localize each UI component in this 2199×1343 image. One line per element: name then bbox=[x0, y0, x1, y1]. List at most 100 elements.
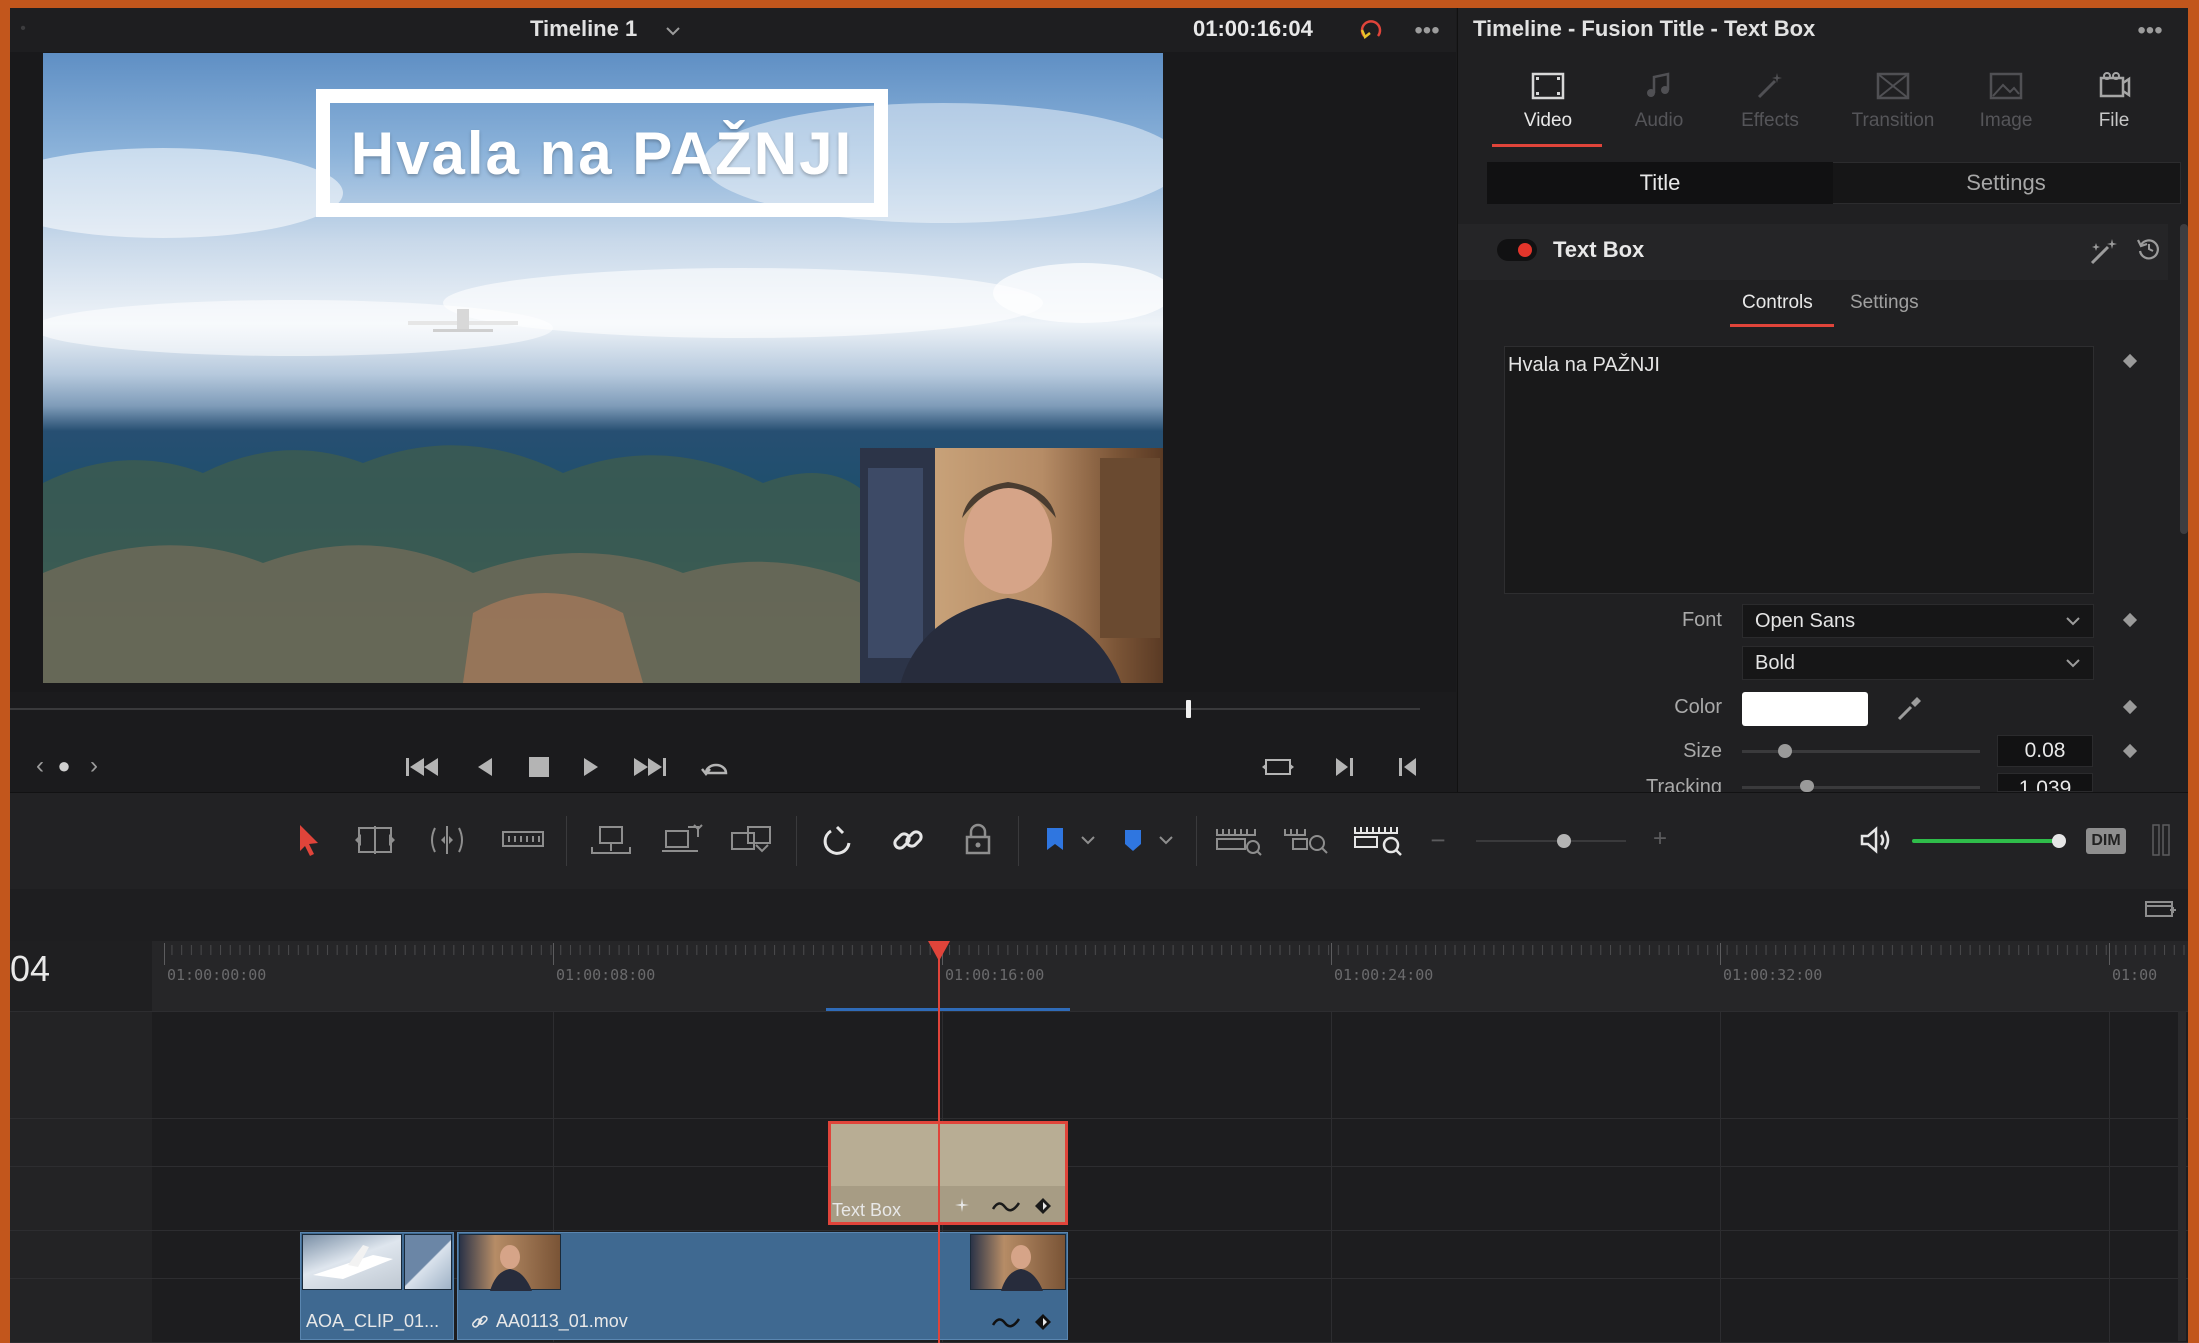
timeline-scrollbar[interactable] bbox=[2178, 1011, 2186, 1341]
dim-button[interactable]: DIM bbox=[2086, 828, 2126, 854]
timeline-view-options-icon[interactable] bbox=[2142, 894, 2178, 924]
tab-transition-label: Transition bbox=[1851, 110, 1935, 131]
ruler-major-tick bbox=[2109, 943, 2110, 965]
toolbar-separator bbox=[1018, 816, 1019, 866]
chevron-down-icon[interactable] bbox=[664, 22, 682, 40]
trim-edit-icon[interactable] bbox=[350, 820, 400, 860]
viewer-more-icon[interactable]: ••• bbox=[1410, 16, 1444, 46]
scrubber-track[interactable] bbox=[10, 708, 1420, 710]
volume-icon[interactable] bbox=[1856, 822, 1896, 858]
color-label: Color bbox=[1674, 696, 1722, 718]
eyedropper-icon[interactable] bbox=[1892, 692, 1926, 726]
ruler-major-tick bbox=[1720, 943, 1721, 965]
ruler-major-tick bbox=[1331, 943, 1332, 965]
tab-effects-label: Effects bbox=[1741, 110, 1799, 131]
next-edit-icon[interactable] bbox=[1330, 752, 1360, 782]
tracking-label: Tracking bbox=[1646, 776, 1722, 792]
video-preview: Hvala na PAŽNJI bbox=[43, 53, 1163, 683]
volume-slider-knob[interactable] bbox=[2052, 834, 2066, 848]
play-icon[interactable] bbox=[580, 752, 604, 782]
chevron-down-icon[interactable] bbox=[1078, 828, 1098, 852]
go-to-start-icon[interactable] bbox=[402, 752, 442, 782]
subtab-settings[interactable]: Settings bbox=[1850, 292, 1919, 314]
volume-slider-fill[interactable] bbox=[1912, 839, 2062, 843]
go-to-end-icon[interactable] bbox=[630, 752, 670, 782]
inspector-scrollbar[interactable] bbox=[2180, 224, 2188, 534]
insert-clip-icon[interactable] bbox=[586, 820, 636, 860]
grid-line bbox=[1331, 1011, 1332, 1343]
sync-icon[interactable] bbox=[1354, 14, 1388, 48]
size-value[interactable]: 0.08 bbox=[1997, 735, 2093, 767]
tab-transition[interactable]: Transition bbox=[1838, 44, 1948, 144]
curve-icon[interactable] bbox=[990, 1194, 1024, 1218]
keyframe-icon[interactable] bbox=[1030, 1310, 1056, 1334]
ruler-ticks bbox=[164, 941, 2188, 967]
size-label: Size bbox=[1683, 740, 1722, 762]
replace-clip-icon[interactable] bbox=[724, 820, 778, 860]
tracking-slider-track[interactable] bbox=[1742, 786, 1980, 789]
chevron-down-icon[interactable] bbox=[1156, 828, 1176, 852]
section-title: Text Box bbox=[1553, 237, 1645, 262]
curve-icon[interactable] bbox=[990, 1310, 1024, 1334]
scrubber-handle[interactable] bbox=[1186, 700, 1191, 718]
active-subtab-indicator bbox=[1730, 324, 1834, 327]
zoom-detail-icon[interactable] bbox=[1282, 820, 1332, 860]
font-family-dropdown[interactable]: Open Sans bbox=[1742, 604, 2094, 638]
title-overlay-text: Hvala na PAŽNJI bbox=[350, 119, 854, 187]
zoom-out-icon[interactable]: − bbox=[1426, 825, 1450, 855]
zoom-slider-track[interactable] bbox=[1476, 840, 1626, 842]
playhead-handle[interactable] bbox=[928, 941, 950, 961]
size-slider-knob[interactable] bbox=[1778, 744, 1792, 758]
tracking-value[interactable]: 1.039 bbox=[1997, 773, 2093, 792]
next-arrow-icon[interactable]: › bbox=[84, 752, 104, 779]
zoom-custom-icon[interactable] bbox=[1352, 820, 1406, 860]
tab-image[interactable]: Image bbox=[1956, 44, 2056, 144]
transition-icon bbox=[1873, 66, 1913, 106]
inspector-more-icon[interactable]: ••• bbox=[2130, 16, 2170, 46]
viewer-menu-dot-icon: • bbox=[20, 20, 26, 37]
prev-arrow-icon[interactable]: ‹ bbox=[30, 752, 50, 779]
play-reverse-icon[interactable] bbox=[472, 752, 496, 782]
font-style-dropdown[interactable]: Bold bbox=[1742, 646, 2094, 680]
blade-icon[interactable] bbox=[500, 820, 546, 860]
tab-file[interactable]: File bbox=[2064, 44, 2164, 144]
tab-effects[interactable]: Effects bbox=[1720, 44, 1820, 144]
reset-icon[interactable] bbox=[2134, 234, 2164, 264]
linked-selection-icon[interactable] bbox=[888, 820, 928, 860]
loop-icon[interactable] bbox=[696, 750, 736, 784]
prev-edit-icon[interactable] bbox=[1392, 752, 1422, 782]
dot-icon[interactable]: ● bbox=[56, 753, 72, 778]
color-swatch[interactable] bbox=[1742, 692, 1868, 726]
clip-2-label: AA0113_01.mov bbox=[496, 1311, 628, 1331]
zoom-slider-knob[interactable] bbox=[1557, 834, 1571, 848]
dynamic-trim-icon[interactable] bbox=[422, 820, 472, 860]
styled-text-field[interactable] bbox=[1504, 346, 2094, 594]
fx-sparkle-icon[interactable] bbox=[950, 1194, 974, 1218]
tab-audio[interactable]: Audio bbox=[1609, 44, 1709, 144]
keyframe-icon[interactable] bbox=[1030, 1194, 1056, 1218]
zoom-in-icon[interactable]: + bbox=[1648, 825, 1672, 852]
zoom-full-icon[interactable] bbox=[1214, 820, 1264, 860]
marker-icon[interactable] bbox=[1118, 822, 1148, 858]
flag-icon[interactable] bbox=[1040, 822, 1070, 858]
selection-pointer-icon[interactable] bbox=[292, 820, 326, 860]
playhead[interactable] bbox=[938, 952, 940, 1343]
active-tab-indicator bbox=[1492, 144, 1602, 147]
tab-video-label: Video bbox=[1523, 110, 1573, 131]
subtab-controls[interactable]: Controls bbox=[1742, 292, 1813, 314]
segment-settings[interactable]: Settings bbox=[1833, 162, 2179, 204]
tab-video[interactable]: Video bbox=[1498, 44, 1598, 144]
snapping-icon[interactable] bbox=[818, 820, 858, 860]
font-style-value: Bold bbox=[1755, 652, 1796, 674]
magic-wand-icon[interactable] bbox=[2086, 234, 2122, 268]
stop-icon[interactable] bbox=[526, 754, 552, 780]
position-lock-icon[interactable] bbox=[958, 820, 998, 860]
tracking-slider-knob[interactable] bbox=[1800, 780, 1814, 792]
timeline-name[interactable]: Timeline 1 bbox=[530, 16, 637, 42]
audio-meter-icon[interactable] bbox=[2148, 822, 2174, 858]
match-frame-icon[interactable] bbox=[1260, 752, 1296, 782]
tab-audio-label: Audio bbox=[1634, 110, 1684, 131]
segment-title[interactable]: Title bbox=[1487, 162, 1833, 204]
overwrite-clip-icon[interactable] bbox=[656, 820, 706, 860]
timeline-header-strip bbox=[10, 889, 2188, 941]
